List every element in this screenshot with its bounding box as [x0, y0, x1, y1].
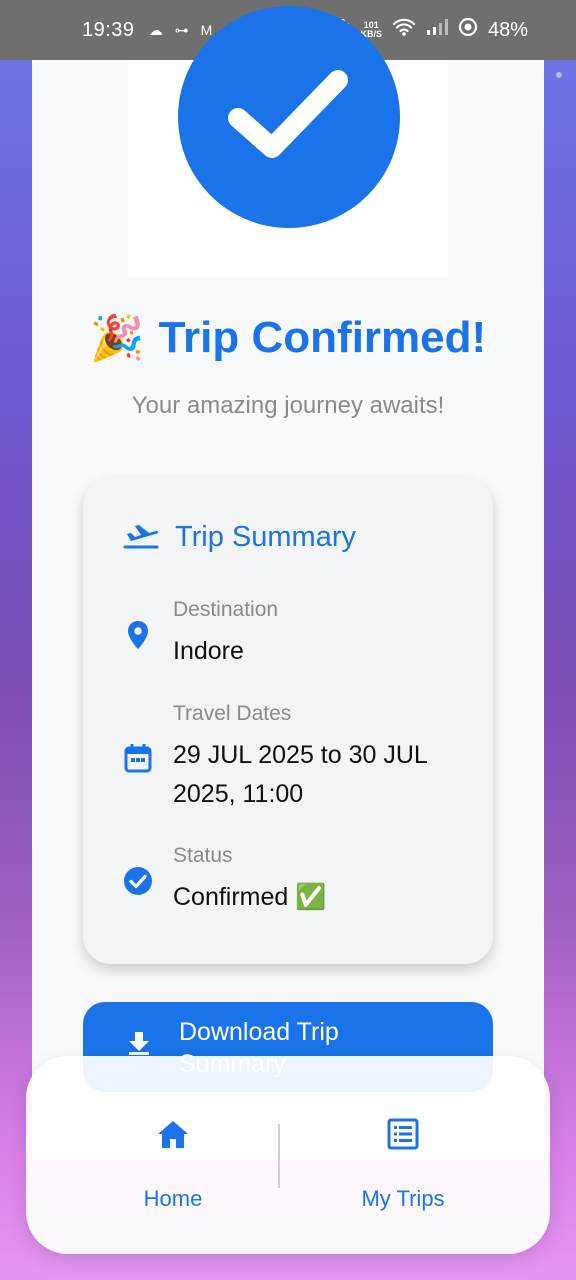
notification-icons: ☁ ⊶ M: [149, 22, 213, 39]
battery-icon: [458, 17, 478, 43]
status-left: 19:39 ☁ ⊶ M: [82, 19, 212, 42]
status-value: Confirmed ✅: [173, 883, 327, 911]
card-header: Trip Summary: [123, 520, 356, 555]
nav-item-my-trips[interactable]: My Trips: [288, 1116, 518, 1236]
destination-value: Indore: [173, 637, 244, 665]
title-row: 🎉 Trip Confirmed!: [32, 312, 544, 364]
destination-text: Destination Indore: [173, 598, 278, 671]
nav-label-my-trips: My Trips: [361, 1186, 445, 1211]
nav-label-home: Home: [143, 1186, 203, 1211]
hero-panel: [128, 6, 448, 277]
destination-label: Destination: [173, 598, 279, 621]
party-popper-icon: 🎉: [89, 314, 145, 363]
signal-icon: [426, 18, 448, 42]
status-time: 19:39: [82, 18, 135, 41]
page-title: Trip Confirmed!: [158, 313, 487, 362]
key-icon: ⊶: [174, 21, 189, 38]
wifi-icon: [392, 17, 416, 43]
list-icon: [387, 1118, 419, 1152]
travel-dates-text: Travel Dates 29 JUL 2025 to 30 JUL 2025,…: [173, 702, 443, 814]
location-pin-icon: [123, 620, 153, 650]
destination-row: Destination Indore: [123, 598, 278, 671]
status-text: Status Confirmed ✅: [173, 844, 326, 917]
cloud-icon: ☁: [148, 21, 163, 38]
battery-percent: 48%: [487, 18, 528, 41]
travel-dates-value: 29 JUL 2025 to 30 JUL 2025, 11:00: [173, 741, 427, 808]
card-title: Trip Summary: [175, 521, 356, 553]
home-icon: [156, 1118, 190, 1152]
travel-dates-label: Travel Dates: [173, 702, 292, 725]
nav-item-home[interactable]: Home: [58, 1116, 288, 1236]
trip-summary-card: Trip Summary Destination Indore Travel D…: [83, 478, 493, 964]
nav-divider: [278, 1124, 280, 1188]
travel-dates-row: Travel Dates 29 JUL 2025 to 30 JUL 2025,…: [123, 702, 443, 814]
check-circle-icon: [123, 866, 153, 896]
bottom-nav-inner: Home My Trips: [58, 1116, 518, 1236]
success-check-icon: [178, 6, 400, 228]
bottom-nav: Home My Trips: [26, 1056, 550, 1254]
flight-takeoff-icon: [123, 520, 159, 555]
scroll-indicator: [556, 72, 562, 78]
mail-icon: M: [200, 22, 213, 38]
page-subtitle: Your amazing journey awaits!: [131, 392, 445, 419]
confirmation-sheet: 🎉 Trip Confirmed! Your amazing journey a…: [32, 6, 544, 1160]
status-row: Status Confirmed ✅: [123, 844, 326, 917]
calendar-icon: [123, 743, 153, 773]
status-label: Status: [173, 844, 233, 867]
